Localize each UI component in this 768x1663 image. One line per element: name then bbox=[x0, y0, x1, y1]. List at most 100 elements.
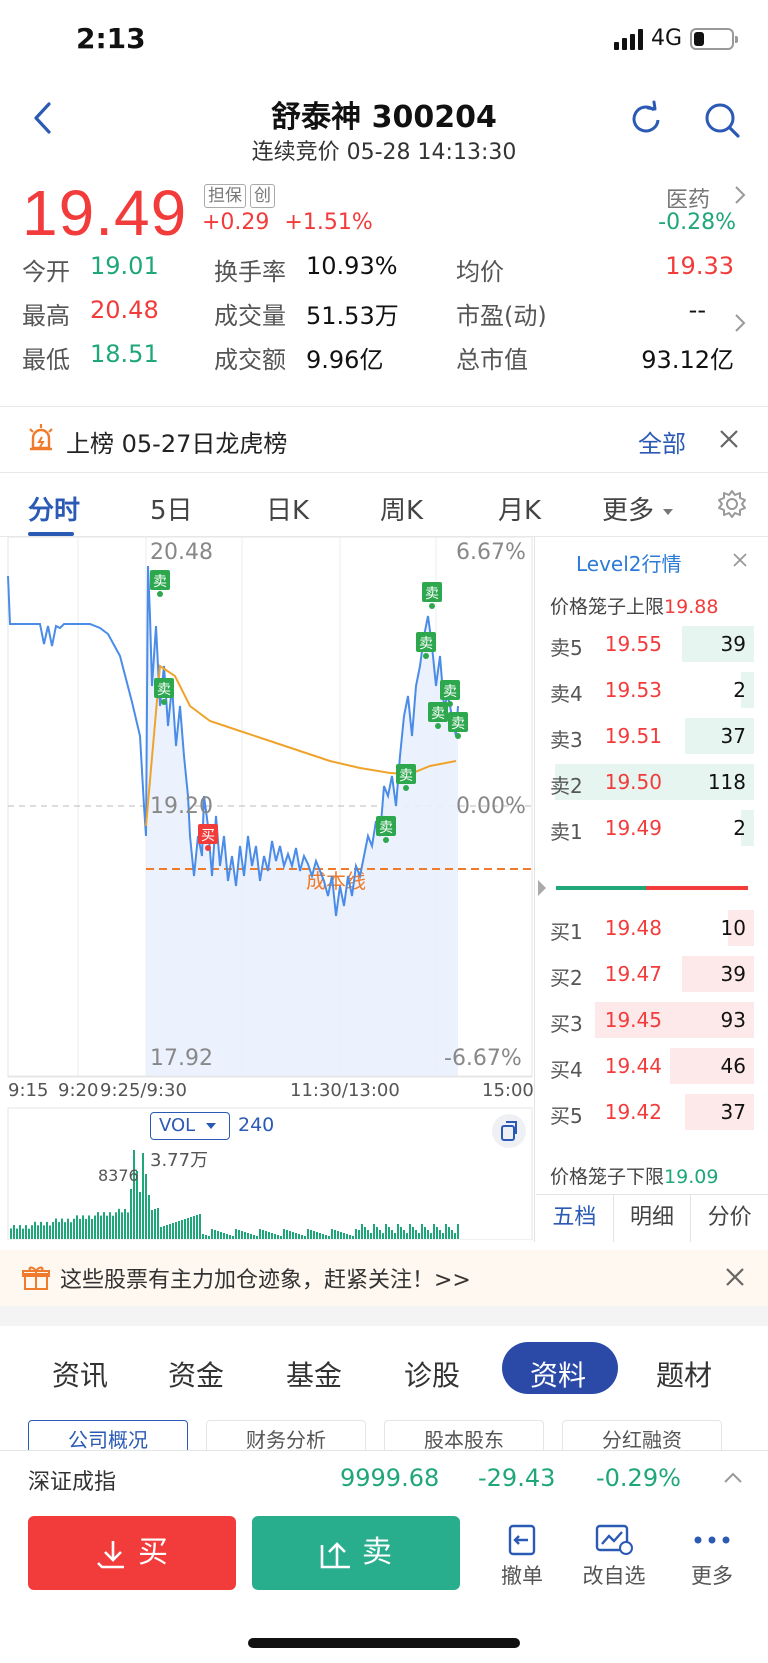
signal-icon bbox=[613, 28, 643, 50]
expand-arrow-icon[interactable] bbox=[536, 878, 548, 902]
volume-bar bbox=[163, 1226, 165, 1239]
tab-profile[interactable]: 资料 bbox=[530, 1354, 586, 1394]
volume-bar bbox=[364, 1227, 366, 1239]
volume-bar bbox=[253, 1235, 255, 1239]
volume-bar bbox=[106, 1215, 108, 1239]
search-icon[interactable] bbox=[700, 98, 744, 142]
tab-daily-k[interactable]: 日K bbox=[266, 490, 309, 527]
order-label: 卖3 bbox=[550, 728, 583, 752]
settings-icon[interactable] bbox=[716, 488, 748, 524]
ask-row[interactable]: 卖5 19.55 39 bbox=[540, 624, 754, 664]
volume-bar bbox=[457, 1224, 459, 1239]
volume-bar bbox=[235, 1229, 237, 1239]
status-time: 2:13 bbox=[76, 22, 146, 55]
volume-bar bbox=[313, 1231, 315, 1239]
buy-button[interactable]: 买 bbox=[28, 1516, 236, 1590]
bid-row[interactable]: 买3 19.45 93 bbox=[540, 1000, 754, 1040]
order-vol: 93 bbox=[720, 1008, 746, 1032]
home-indicator[interactable] bbox=[248, 1638, 520, 1648]
stat-value: 20.48 bbox=[90, 296, 159, 324]
volume-bar bbox=[265, 1231, 267, 1239]
volume-bar bbox=[70, 1222, 72, 1239]
banner-close-icon[interactable] bbox=[718, 428, 740, 454]
index-change-percent: -0.29% bbox=[596, 1464, 681, 1492]
order-label: 买4 bbox=[550, 1058, 583, 1082]
tab-news[interactable]: 资讯 bbox=[52, 1354, 108, 1394]
volume-bar bbox=[268, 1232, 270, 1239]
edit-watchlist-button[interactable]: 改自选 bbox=[574, 1520, 654, 1590]
volume-bar bbox=[52, 1222, 54, 1239]
divider bbox=[0, 406, 768, 407]
pe-chevron-icon[interactable] bbox=[732, 312, 748, 338]
tab-five-levels[interactable]: 五档 bbox=[536, 1195, 614, 1242]
volume-bar bbox=[37, 1225, 39, 1239]
more-button[interactable]: 更多 bbox=[672, 1520, 752, 1590]
dragon-tiger-banner[interactable]: 上榜 05-27日龙虎榜 bbox=[66, 424, 287, 459]
volume-bar bbox=[370, 1233, 372, 1239]
volume-bar bbox=[448, 1227, 450, 1239]
sell-marker: 卖 bbox=[422, 582, 442, 609]
section-gap bbox=[0, 1306, 768, 1326]
bid-row[interactable]: 买1 19.48 10 bbox=[540, 908, 754, 948]
sell-marker-label: 卖 bbox=[419, 636, 433, 652]
promo-close-icon[interactable] bbox=[724, 1266, 746, 1292]
tab-5day[interactable]: 5日 bbox=[150, 490, 193, 527]
banner-all-link[interactable]: 全部 bbox=[638, 424, 686, 459]
pct-high-label: 6.67% bbox=[456, 540, 526, 565]
cost-line-label: 成本线 bbox=[306, 869, 366, 893]
volume-bar bbox=[85, 1218, 87, 1239]
volume-bar bbox=[91, 1219, 93, 1239]
bid-row[interactable]: 买5 19.42 37 bbox=[540, 1092, 754, 1132]
tab-weekly-k[interactable]: 周K bbox=[380, 490, 423, 527]
ask-row[interactable]: 卖2 19.50 118 bbox=[540, 762, 754, 802]
sell-marker-label: 卖 bbox=[379, 820, 393, 836]
rotate-icon[interactable] bbox=[492, 1114, 526, 1148]
volume-bar bbox=[388, 1227, 390, 1239]
stat-label: 市盈(动) bbox=[456, 302, 547, 330]
ask-row[interactable]: 卖3 19.51 37 bbox=[540, 716, 754, 756]
tab-detail[interactable]: 明细 bbox=[614, 1195, 692, 1242]
volume-bar bbox=[244, 1232, 246, 1239]
tab-fund[interactable]: 基金 bbox=[286, 1354, 342, 1394]
volume-bar bbox=[151, 1210, 153, 1239]
volume-bar bbox=[271, 1233, 273, 1239]
sell-button[interactable]: 卖 bbox=[252, 1516, 460, 1590]
refresh-icon[interactable] bbox=[624, 98, 668, 142]
tab-topics[interactable]: 题材 bbox=[656, 1354, 712, 1394]
volume-bar bbox=[277, 1235, 279, 1239]
volume-bar bbox=[169, 1224, 171, 1239]
volume-max-label: 3.77万 bbox=[150, 1150, 209, 1171]
tab-monthly-k[interactable]: 月K bbox=[498, 490, 541, 527]
volume-bar bbox=[316, 1232, 318, 1239]
tab-price-distribution[interactable]: 分价 bbox=[691, 1195, 768, 1242]
sell-marker-label: 卖 bbox=[431, 706, 445, 722]
cancel-order-button[interactable]: 撤单 bbox=[482, 1520, 562, 1590]
volume-bar bbox=[160, 1227, 162, 1239]
order-price: 19.53 bbox=[604, 678, 662, 702]
bid-row[interactable]: 买2 19.47 39 bbox=[540, 954, 754, 994]
volume-bar bbox=[298, 1234, 300, 1239]
indicator-selector[interactable]: VOL bbox=[150, 1112, 230, 1140]
volume-bar bbox=[238, 1230, 240, 1239]
tab-funds[interactable]: 资金 bbox=[168, 1354, 224, 1394]
ask-row[interactable]: 卖4 19.53 2 bbox=[540, 670, 754, 710]
order-price: 19.55 bbox=[604, 632, 662, 656]
tab-intraday[interactable]: 分时 bbox=[28, 490, 80, 527]
order-price: 19.51 bbox=[604, 724, 662, 748]
chevron-up-icon[interactable] bbox=[722, 1470, 744, 1490]
stat-label: 今开 bbox=[22, 258, 70, 286]
tab-more[interactable]: 更多 bbox=[602, 490, 674, 527]
order-label: 买1 bbox=[550, 920, 583, 944]
tab-diagnosis[interactable]: 诊股 bbox=[404, 1354, 460, 1394]
ask-row[interactable]: 卖1 19.49 2 bbox=[540, 808, 754, 848]
level2-title[interactable]: Level2行情 bbox=[576, 548, 682, 577]
sector-chevron-icon[interactable] bbox=[732, 184, 748, 210]
volume-bar bbox=[58, 1222, 60, 1239]
stat-value: 9.96亿 bbox=[306, 346, 384, 374]
level2-close-icon[interactable] bbox=[732, 552, 748, 572]
promo-text[interactable]: 这些股票有主力加仓迹象，赶紧关注！>> bbox=[60, 1262, 471, 1294]
bid-row[interactable]: 买4 19.44 46 bbox=[540, 1046, 754, 1086]
volume-bar bbox=[112, 1215, 114, 1239]
volume-bar bbox=[16, 1228, 18, 1239]
pct-low-label: -6.67% bbox=[444, 1046, 522, 1071]
